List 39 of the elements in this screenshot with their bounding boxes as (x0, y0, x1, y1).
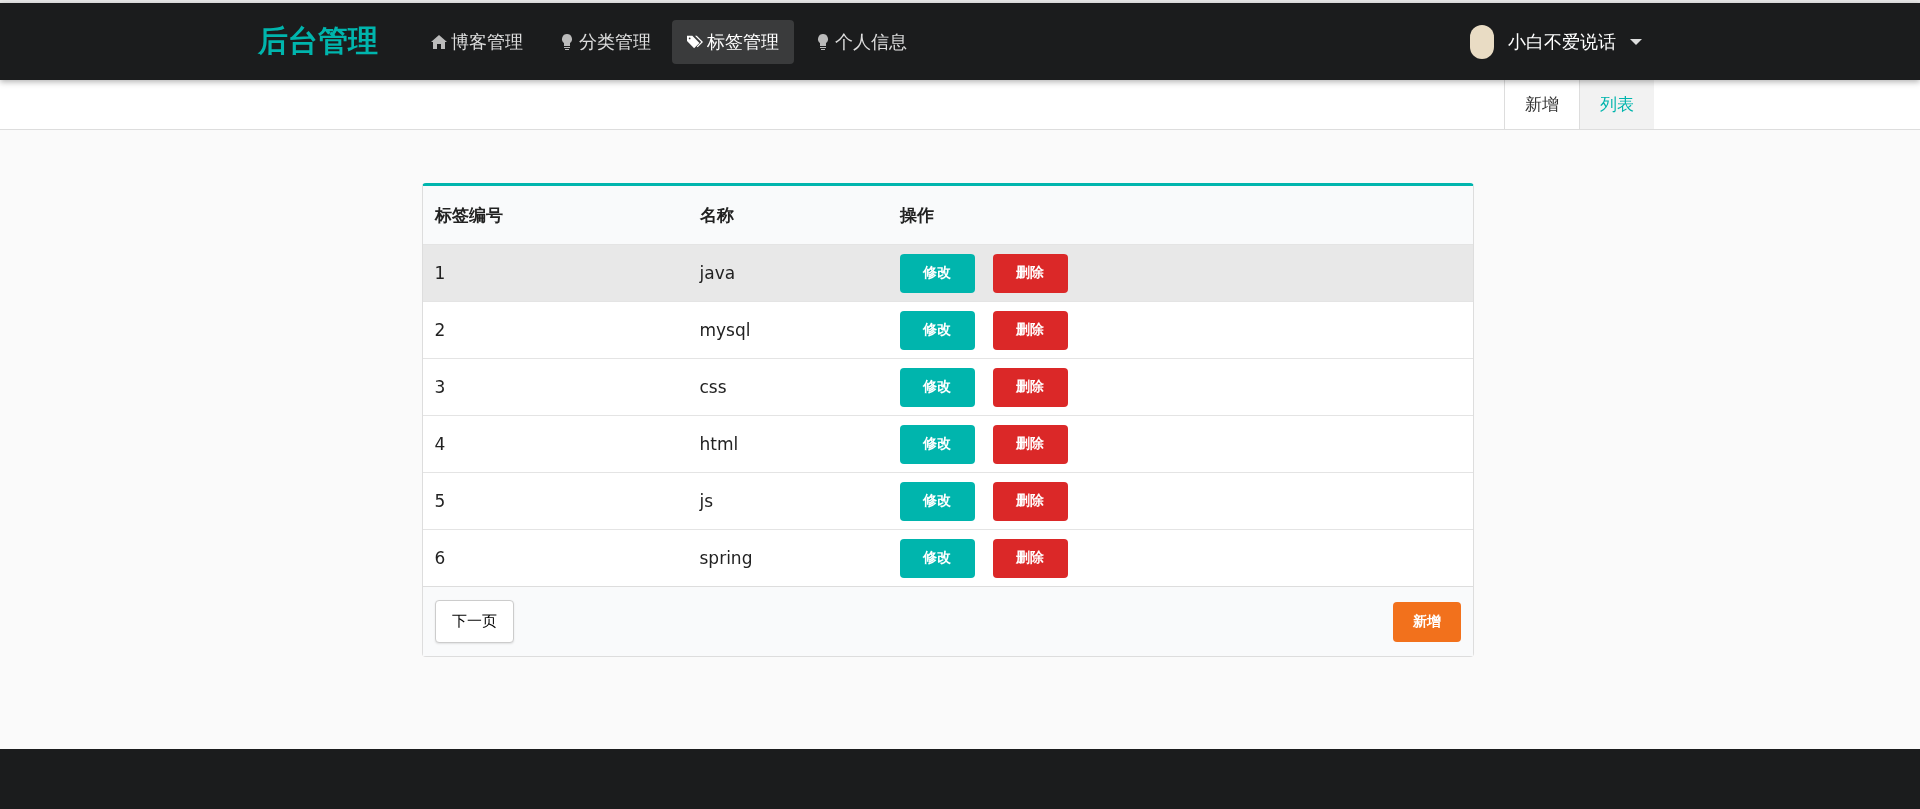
table-cell-text: 4 (434, 434, 447, 454)
caret-icon[interactable] (1630, 37, 1642, 46)
table-cell-text: 1 (434, 263, 447, 283)
nav-item[interactable]: 分类管理 (544, 19, 666, 64)
column-header: 名称 (699, 203, 735, 227)
delete-button[interactable]: 删除 (992, 424, 1068, 464)
table-cell-text: html (699, 434, 740, 454)
lightbulb-icon (815, 33, 831, 50)
table-cell-text: 2 (434, 320, 447, 340)
home-icon (431, 33, 447, 50)
table-cell-text: css (699, 377, 728, 397)
table-row[interactable]: 4 html 修改 删除 (422, 415, 1473, 472)
user-name[interactable]: 小白不爱说话 (1508, 29, 1616, 54)
table-row[interactable]: 1 java 修改 删除 (422, 244, 1473, 301)
table-cell-text: 6 (434, 548, 447, 568)
table-row[interactable]: 5 js 修改 删除 (422, 472, 1473, 529)
table-cell-text: js (699, 491, 715, 511)
nav-item[interactable]: 标签管理 (672, 19, 794, 64)
table-cell-text: 5 (434, 491, 447, 511)
delete-button[interactable]: 删除 (992, 367, 1068, 407)
delete-button[interactable]: 删除 (992, 538, 1068, 578)
nav-item[interactable]: 博客管理 (416, 19, 538, 64)
lightbulb-icon (559, 33, 575, 50)
column-header: 操作 (899, 203, 935, 227)
nav-item[interactable]: 个人信息 (800, 19, 922, 64)
table-cell-text: 3 (434, 377, 447, 397)
delete-button[interactable]: 删除 (992, 253, 1068, 293)
table-cell-text: java (699, 263, 737, 283)
delete-button[interactable]: 删除 (992, 481, 1068, 521)
next-page-button[interactable]: 下一页 (434, 600, 514, 643)
tags-icon (687, 33, 703, 50)
avatar[interactable] (1470, 24, 1494, 59)
table-row[interactable]: 2 mysql 修改 删除 (422, 301, 1473, 358)
column-header: 标签编号 (434, 203, 504, 227)
table-cell-text: mysql (699, 320, 752, 340)
delete-button[interactable]: 删除 (992, 310, 1068, 350)
brand-title[interactable]: 后台管理 (258, 21, 378, 62)
table-cell-text: spring (699, 548, 754, 568)
table-row[interactable]: 3 css 修改 删除 (422, 358, 1473, 415)
